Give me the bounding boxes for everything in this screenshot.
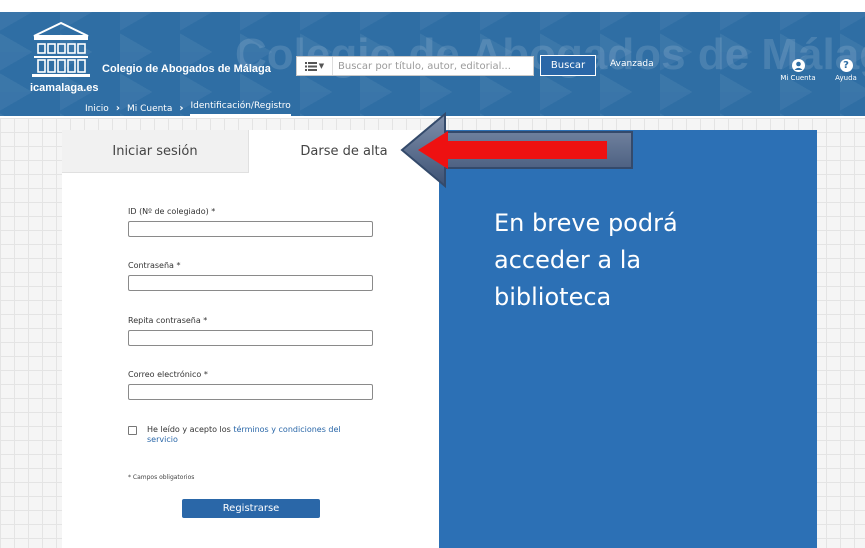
- site-header: Colegio de Abogados de Málaga icamalaga.…: [0, 0, 865, 118]
- my-account-button[interactable]: Mi Cuenta: [778, 59, 818, 82]
- terms-prefix: He leído y acepto los: [147, 425, 231, 434]
- email-label: Correo electrónico *: [128, 370, 208, 379]
- site-title[interactable]: Colegio de Abogados de Málaga: [102, 63, 271, 75]
- breadcrumb-home[interactable]: Inicio: [85, 104, 109, 114]
- repeat-password-input[interactable]: [128, 330, 373, 346]
- repeat-password-label: Repita contraseña *: [128, 316, 208, 325]
- logo-caption: icamalaga.es: [30, 82, 99, 94]
- advanced-search-link[interactable]: Avanzada: [610, 59, 654, 69]
- help-label: Ayuda: [835, 74, 857, 82]
- breadcrumb-current: Identificación/Registro: [190, 101, 291, 116]
- terms-text: He leído y acepto los términos y condici…: [147, 425, 357, 445]
- tab-login[interactable]: Iniciar sesión: [62, 130, 249, 173]
- email-input[interactable]: [128, 384, 373, 400]
- terms-checkbox[interactable]: [128, 426, 137, 435]
- search-input[interactable]: [333, 57, 533, 75]
- annotation-arrow: [400, 112, 633, 189]
- registration-card: Iniciar sesión Darse de alta ID (Nº de c…: [62, 130, 439, 548]
- caret-down-icon: ▼: [318, 62, 325, 70]
- breadcrumb-my-account[interactable]: Mi Cuenta: [127, 104, 172, 114]
- user-icon: [791, 59, 805, 72]
- help-button[interactable]: ? Ayuda: [826, 59, 865, 82]
- password-label: Contraseña *: [128, 261, 181, 270]
- panel-message: En breve podrá acceder a la biblioteca: [494, 209, 678, 311]
- chevron-right-icon: ›: [179, 103, 184, 114]
- question-icon: ?: [839, 59, 853, 72]
- my-account-label: Mi Cuenta: [780, 74, 816, 82]
- search-type-dropdown[interactable]: ▼: [297, 57, 333, 75]
- search-box: ▼: [296, 56, 534, 76]
- info-panel: En breve podrá acceder a la biblioteca: [439, 130, 817, 548]
- college-logo[interactable]: [30, 20, 92, 82]
- member-id-label: ID (Nº de colegiado) *: [128, 207, 216, 216]
- chevron-right-icon: ›: [115, 103, 120, 114]
- register-button[interactable]: Registrarse: [182, 499, 320, 518]
- breadcrumb: Inicio › Mi Cuenta › Identificación/Regi…: [85, 101, 291, 116]
- list-icon: [304, 61, 317, 71]
- member-id-input[interactable]: [128, 221, 373, 237]
- password-input[interactable]: [128, 275, 373, 291]
- terms-row: He leído y acepto los términos y condici…: [128, 425, 357, 445]
- auth-tabs: Iniciar sesión Darse de alta: [62, 130, 439, 173]
- search-button[interactable]: Buscar: [540, 55, 596, 76]
- required-fields-note: * Campos obligatorios: [128, 474, 195, 481]
